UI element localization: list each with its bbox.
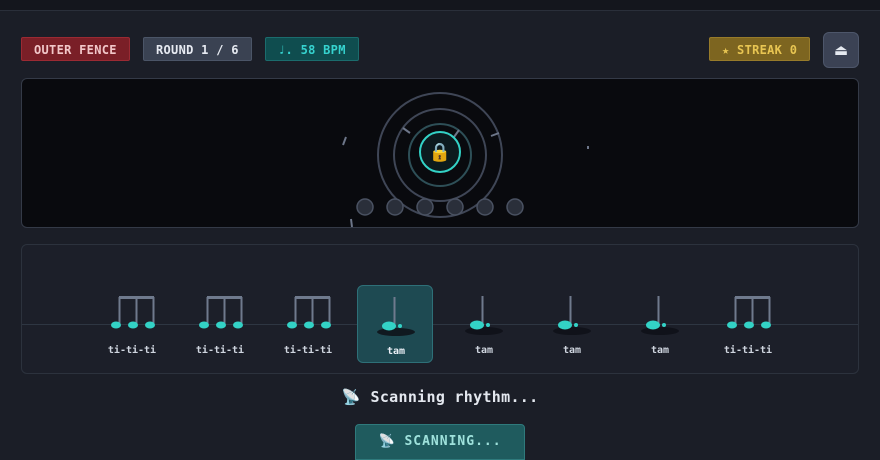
lock-scanner: 🔒 [21,78,859,228]
rhythm-note: tam [446,285,522,363]
zone-badge: OUTER FENCE [21,37,130,61]
dotted-quarter-note-icon [377,297,415,336]
tempo-badge: ♩. 58 BPM [265,37,359,61]
rhythm-track: ti-ti-ti ti-ti-ti ti-ti-ti tam tam tam t… [21,244,859,374]
status-message: 📡 Scanning rhythm... [0,388,880,406]
exit-button[interactable]: ⏏ [823,32,859,68]
note-label: ti-ti-ti [107,345,157,356]
dotted-quarter-note-icon [641,296,679,335]
lock-pins [356,198,524,216]
scan-button[interactable]: 📡 SCANNING... [355,424,525,460]
triplet-eighth-notes-icon [111,296,155,329]
round-counter: ROUND 1 / 6 [143,37,252,61]
rhythm-note: tam [622,285,698,363]
lock-pin [356,198,374,216]
triplet-eighth-notes-icon [727,296,771,329]
triplet-eighth-notes-icon [199,296,243,329]
top-bar [0,0,880,11]
dotted-quarter-note-icon [553,296,591,335]
lock-pin [506,198,524,216]
lock-pin [386,198,404,216]
status-text: Scanning rhythm... [370,388,539,406]
rhythm-note: ti-ti-ti [94,285,170,363]
lock-pin [416,198,434,216]
rhythm-note: ti-ti-ti [182,285,258,363]
note-label: ti-ti-ti [195,345,245,356]
streak-badge: ★ STREAK 0 [709,37,811,61]
eject-icon: ⏏ [833,41,849,59]
rhythm-note: ti-ti-ti [270,285,346,363]
rhythm-note: tam [534,285,610,363]
satellite-icon: 📡 [341,388,361,406]
note-label: tam [650,345,670,356]
rhythm-note: ti-ti-ti [710,285,786,363]
note-label: tam [562,345,582,356]
rhythm-note: tam [357,285,433,363]
dotted-quarter-note-icon [465,296,503,335]
note-label: tam [386,346,406,357]
triplet-eighth-notes-icon [287,296,331,329]
lock-pin [476,198,494,216]
lock-pin [446,198,464,216]
note-label: ti-ti-ti [723,345,773,356]
note-label: ti-ti-ti [283,345,333,356]
note-label: tam [474,345,494,356]
